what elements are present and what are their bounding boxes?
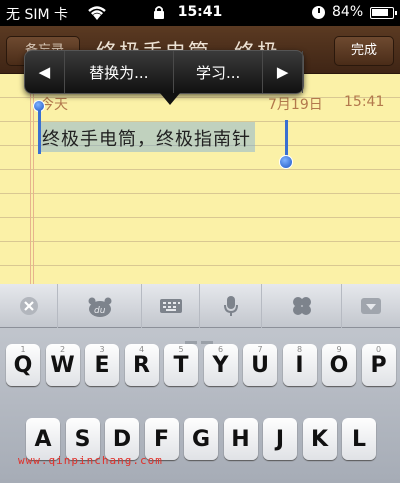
edit-menu-popup: ◀ 替换为... 学习... ▶ [24,50,304,105]
key-number-hint: 1 [20,345,26,354]
key-g[interactable]: G [184,418,218,460]
alarm-clock-icon [312,6,325,19]
key-letter: R [133,353,150,378]
key-number-hint: 4 [138,345,145,354]
keyboard-switch-button[interactable] [142,284,200,328]
key-letter: Y [212,353,229,378]
key-letter: E [94,353,110,378]
chevron-down-icon [361,298,381,314]
keyboard-icon [159,299,182,313]
clear-button[interactable] [0,284,58,328]
key-q[interactable]: 1Q [6,344,40,386]
key-p[interactable]: 0P [361,344,396,386]
selection-end-handle[interactable] [279,155,293,169]
note-page[interactable]: 今天 7月19日 15:41 终极手电筒，终极指南针 [0,74,400,284]
key-j[interactable]: J [263,418,297,460]
toolbar-pull-tab[interactable] [185,329,215,344]
margin-line [30,74,31,284]
clover-icon [292,297,311,315]
menu-next-button[interactable]: ▶ [263,51,303,93]
note-time-label: 15:41 [344,94,385,110]
status-bar: 无 SIM 卡 15:41 84% [0,0,400,26]
key-number-hint: 9 [336,345,342,354]
emoji-button[interactable] [262,284,342,328]
baidu-paw-icon: du [88,297,111,317]
key-letter: U [251,353,269,378]
watermark: www.qinpinchang.com [18,454,163,467]
voice-input-button[interactable] [200,284,262,328]
lock-icon [154,6,164,19]
key-letter: Q [13,353,33,378]
note-selected-text[interactable]: 终极手电筒，终极指南针 [38,122,255,152]
key-number-hint: 5 [178,345,184,354]
key-w[interactable]: 2W [45,344,80,386]
key-o[interactable]: 9O [322,344,356,386]
microphone-icon [223,296,238,316]
svg-text:du: du [94,306,106,316]
grip-icon [185,341,213,344]
key-k[interactable]: K [302,418,337,460]
key-letter: W [50,353,75,378]
menu-learn-button[interactable]: 学习... [174,51,264,93]
done-button[interactable]: 完成 [334,36,394,66]
input-method-button[interactable]: du [58,284,142,328]
key-y[interactable]: 6Y [203,344,238,386]
battery-percent: 84% [332,4,364,20]
key-number-hint: 3 [99,345,105,354]
menu-prev-button[interactable]: ◀ [25,51,65,93]
selection-end-bar [285,120,288,160]
key-number-hint: 7 [257,345,263,354]
key-letter: P [370,353,387,378]
key-letter: I [295,353,304,378]
key-h[interactable]: H [223,418,258,460]
key-r[interactable]: 4R [124,344,159,386]
hide-keyboard-button[interactable] [342,284,400,328]
note-date-label: 7月19日 [268,97,323,113]
clear-icon [19,297,38,315]
key-number-hint: 6 [217,345,224,354]
key-number-hint: 8 [296,345,303,354]
key-t[interactable]: 5T [164,344,198,386]
key-letter: T [173,353,189,378]
key-l[interactable]: L [342,418,376,460]
selection-start-bar [38,110,41,154]
key-number-hint: 0 [375,345,382,354]
key-number-hint: 2 [59,345,66,354]
menu-replace-button[interactable]: 替换为... [65,51,174,93]
key-e[interactable]: 3E [85,344,119,386]
key-i[interactable]: 8I [282,344,317,386]
menu-pointer [160,93,180,105]
key-letter: O [329,353,349,378]
battery-icon [370,7,397,19]
key-u[interactable]: 7U [243,344,277,386]
keyboard-toolbar: du [0,284,400,328]
